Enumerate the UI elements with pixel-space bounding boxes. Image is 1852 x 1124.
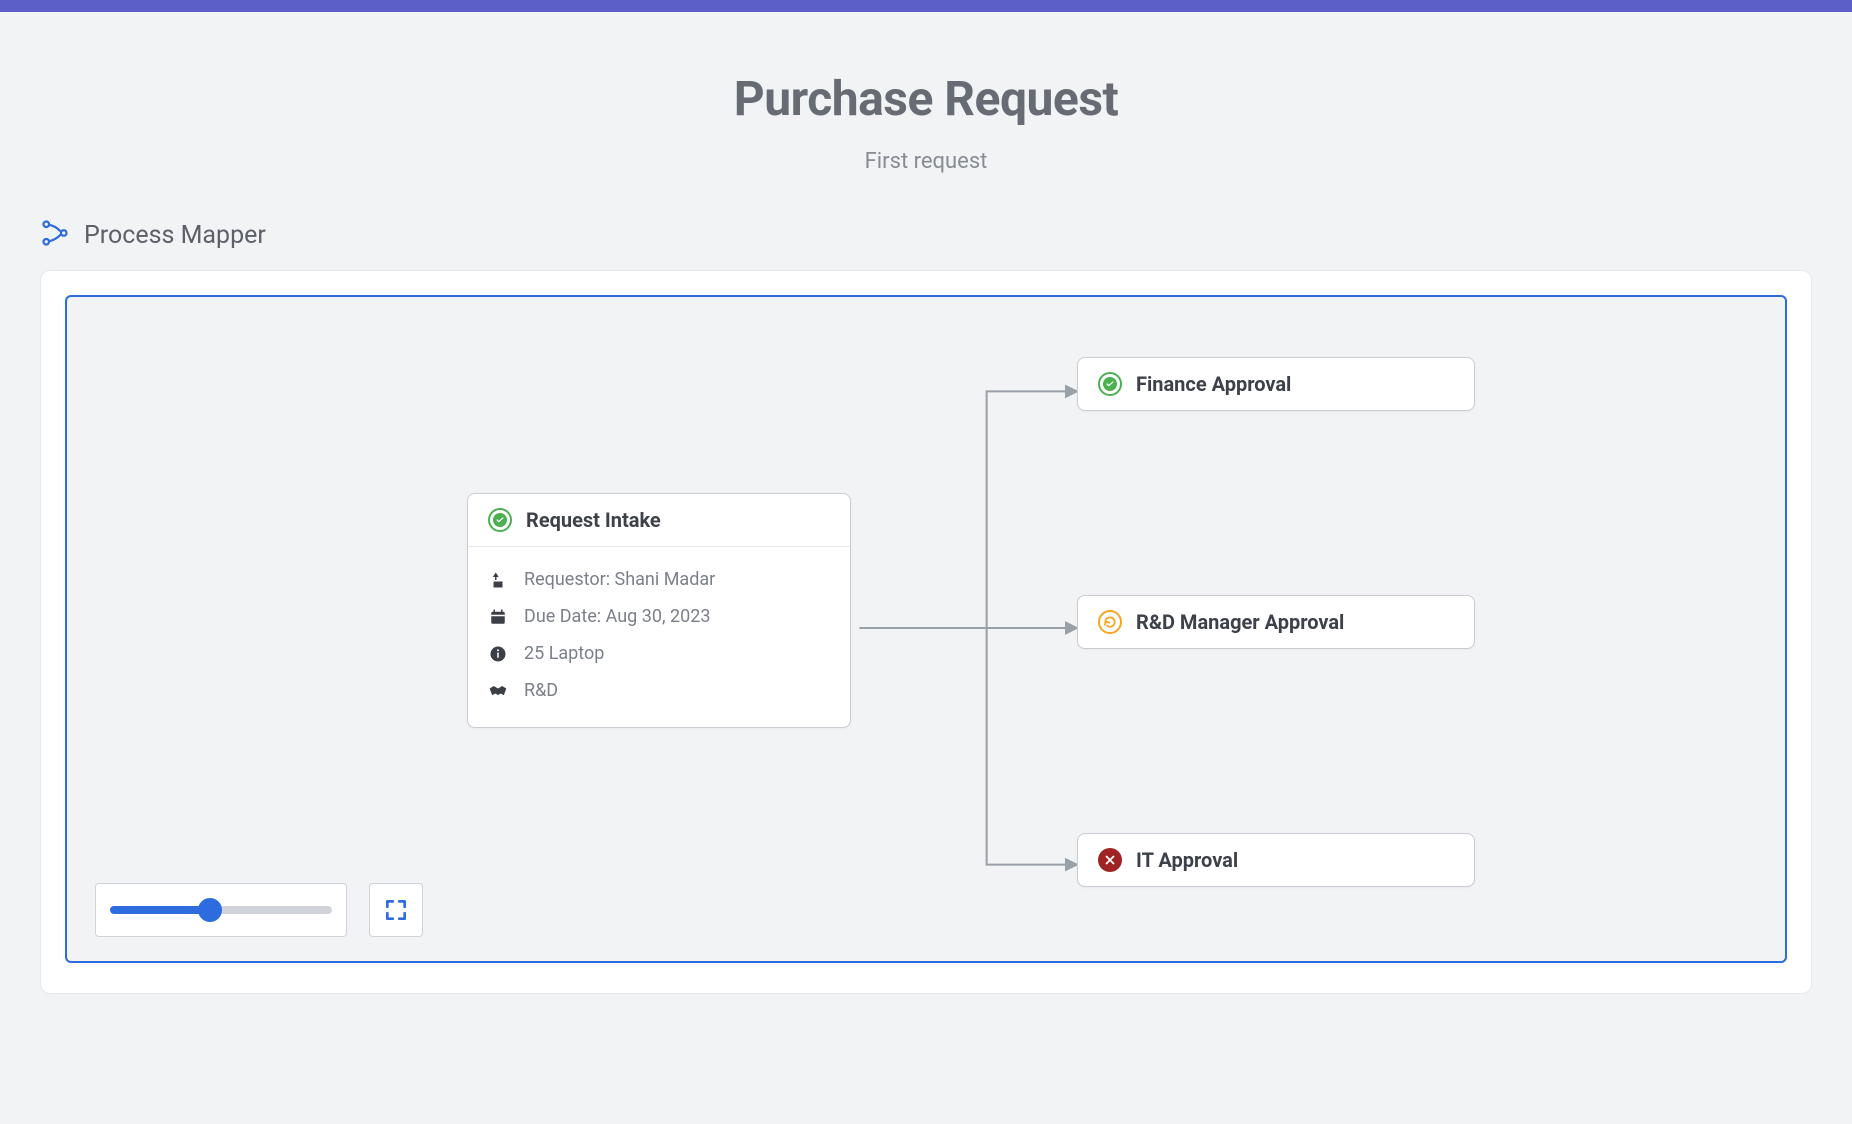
process-canvas[interactable]: Request Intake Requestor: Shani Madar Du…	[65, 295, 1787, 963]
process-mapper-icon	[40, 218, 70, 252]
user-icon	[488, 571, 508, 589]
node-finance-approval[interactable]: Finance Approval	[1077, 357, 1475, 411]
detail-requestor: Requestor: Shani Madar	[488, 561, 830, 598]
check-circle-icon	[488, 508, 512, 532]
page-subtitle: First request	[0, 149, 1852, 174]
detail-text: Due Date: Aug 30, 2023	[524, 606, 710, 627]
node-title: Request Intake	[526, 508, 661, 532]
zoom-fill	[110, 906, 210, 914]
detail-due-date: Due Date: Aug 30, 2023	[488, 598, 830, 635]
page-title: Purchase Request	[0, 70, 1852, 127]
node-request-intake[interactable]: Request Intake Requestor: Shani Madar Du…	[467, 493, 851, 728]
calendar-icon	[488, 608, 508, 626]
check-circle-icon	[1098, 372, 1122, 396]
canvas-controls	[95, 883, 423, 937]
zoom-slider[interactable]	[95, 883, 347, 937]
handshake-icon	[488, 682, 508, 700]
fullscreen-button[interactable]	[369, 883, 423, 937]
page-header: Purchase Request First request	[0, 12, 1852, 174]
zoom-thumb[interactable]	[198, 898, 222, 922]
detail-department: R&D	[488, 672, 830, 709]
node-title: IT Approval	[1136, 848, 1238, 872]
fullscreen-icon	[383, 897, 409, 923]
node-title: R&D Manager Approval	[1136, 610, 1344, 634]
info-icon	[488, 645, 508, 663]
section-header: Process Mapper	[0, 174, 1852, 270]
detail-text: 25 Laptop	[524, 643, 604, 664]
detail-text: R&D	[524, 680, 558, 701]
app-top-bar	[0, 0, 1852, 12]
node-title: Finance Approval	[1136, 372, 1291, 396]
x-circle-icon	[1098, 848, 1122, 872]
detail-text: Requestor: Shani Madar	[524, 569, 715, 590]
mapper-panel: Request Intake Requestor: Shani Madar Du…	[40, 270, 1812, 994]
detail-item: 25 Laptop	[488, 635, 830, 672]
node-rnd-manager-approval[interactable]: R&D Manager Approval	[1077, 595, 1475, 649]
connectors	[67, 297, 1785, 961]
pending-icon	[1098, 610, 1122, 634]
node-it-approval[interactable]: IT Approval	[1077, 833, 1475, 887]
section-title: Process Mapper	[84, 221, 266, 250]
